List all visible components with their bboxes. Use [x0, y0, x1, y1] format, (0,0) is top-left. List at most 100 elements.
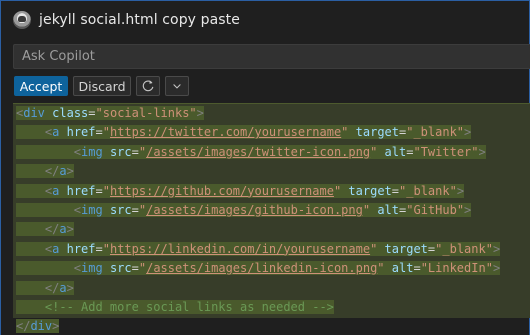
code-token: =: [131, 202, 139, 217]
code-token: "Twitter": [413, 144, 479, 159]
code-line: <img src="/assets/images/linkedin-icon.p…: [13, 259, 530, 278]
code-token: </: [16, 319, 31, 334]
code-token: "_blank": [406, 125, 465, 140]
code-token: ": [102, 125, 110, 140]
code-token: href: [66, 241, 96, 256]
code-token: "_blank": [435, 241, 493, 256]
ask-copilot-field-container[interactable]: [13, 44, 530, 69]
suggested-code-diff[interactable]: <div class="social-links"> <a href="http…: [13, 103, 530, 334]
code-token: img: [81, 144, 103, 159]
code-token: target: [384, 241, 428, 256]
code-token: "_blank": [399, 183, 457, 198]
code-token: </: [44, 280, 60, 295]
code-token: img: [81, 202, 103, 217]
code-line: <a href="https://github.com/yourusername…: [13, 182, 530, 201]
code-token: "social-links": [95, 106, 197, 120]
code-token: >: [66, 222, 74, 237]
code-token: a: [59, 164, 67, 179]
code-token: div: [30, 319, 53, 334]
prompt-title: jekyll social.html copy paste: [39, 12, 240, 28]
code-line: <div class="social-links">: [13, 104, 530, 123]
code-token: =: [131, 261, 139, 276]
code-token: /assets/images/github-icon.png: [146, 202, 363, 217]
code-line: <img src= "/assets/images/github-icon.png…: [13, 201, 530, 220]
code-line: <!-- Add more social links as needed -->: [13, 298, 530, 317]
code-token: https://linkedin.com/in/yourusername: [109, 241, 371, 256]
code-token: src: [109, 202, 132, 217]
code-token: <: [73, 261, 82, 276]
action-toolbar: Accept Discard: [14, 76, 189, 96]
code-token: ": [362, 202, 371, 217]
accept-button[interactable]: Accept: [14, 76, 68, 96]
code-token: img: [81, 261, 103, 276]
code-line: <a href="https://twitter.com/yourusernam…: [13, 123, 530, 142]
user-avatar: [13, 11, 31, 29]
code-token: ": [102, 241, 110, 256]
code-token: >: [66, 280, 74, 295]
chat-header: jekyll social.html copy paste: [13, 9, 240, 31]
code-token: >: [196, 106, 204, 120]
code-token: https://twitter.com/yourusername: [109, 125, 342, 140]
code-token: "GitHub": [406, 202, 465, 217]
code-token: alt: [377, 202, 400, 217]
code-token: >: [478, 144, 486, 159]
code-token: =: [413, 261, 421, 276]
code-token: <: [73, 144, 82, 159]
code-token: "LinkedIn": [420, 261, 493, 276]
code-token: /assets/images/twitter-icon.png: [146, 144, 371, 159]
code-line: </a>: [13, 220, 530, 239]
code-token: >: [66, 164, 74, 179]
code-token: >: [52, 319, 60, 334]
code-token: ": [102, 183, 110, 198]
code-token: alt: [391, 261, 414, 276]
code-token: src: [109, 144, 132, 159]
ask-copilot-input[interactable]: [22, 49, 523, 64]
code-line: </a>: [13, 162, 530, 181]
code-line: </a>: [13, 279, 530, 298]
code-token: =: [95, 241, 103, 256]
code-token: href: [66, 183, 96, 198]
code-token: src: [109, 261, 132, 276]
copilot-inline-chat-panel: jekyll social.html copy paste Accept Dis…: [0, 0, 530, 335]
code-line: <img src="/assets/images/twitter-icon.pn…: [13, 143, 530, 162]
code-token: =: [88, 106, 96, 120]
more-options-button[interactable]: [165, 76, 189, 96]
code-token: >: [456, 183, 465, 198]
code-token: <!-- Add more social links as needed -->: [44, 299, 334, 314]
code-token: >: [492, 261, 501, 276]
chevron-down-icon: [173, 84, 181, 89]
code-token: =: [95, 183, 103, 198]
rerun-button[interactable]: [136, 76, 160, 96]
code-token: /assets/images/linkedin-icon.png: [146, 261, 378, 276]
code-token: =: [95, 125, 103, 140]
code-token: href: [66, 125, 96, 140]
discard-button[interactable]: Discard: [73, 76, 131, 96]
code-token: >: [464, 202, 472, 217]
code-token: target: [355, 125, 399, 140]
code-token: <: [73, 202, 82, 217]
code-token: >: [492, 241, 501, 256]
code-token: </: [44, 164, 60, 179]
code-token: </: [44, 222, 60, 237]
code-token: class: [52, 106, 89, 120]
code-token: >: [464, 125, 472, 140]
code-token: alt: [384, 144, 407, 159]
